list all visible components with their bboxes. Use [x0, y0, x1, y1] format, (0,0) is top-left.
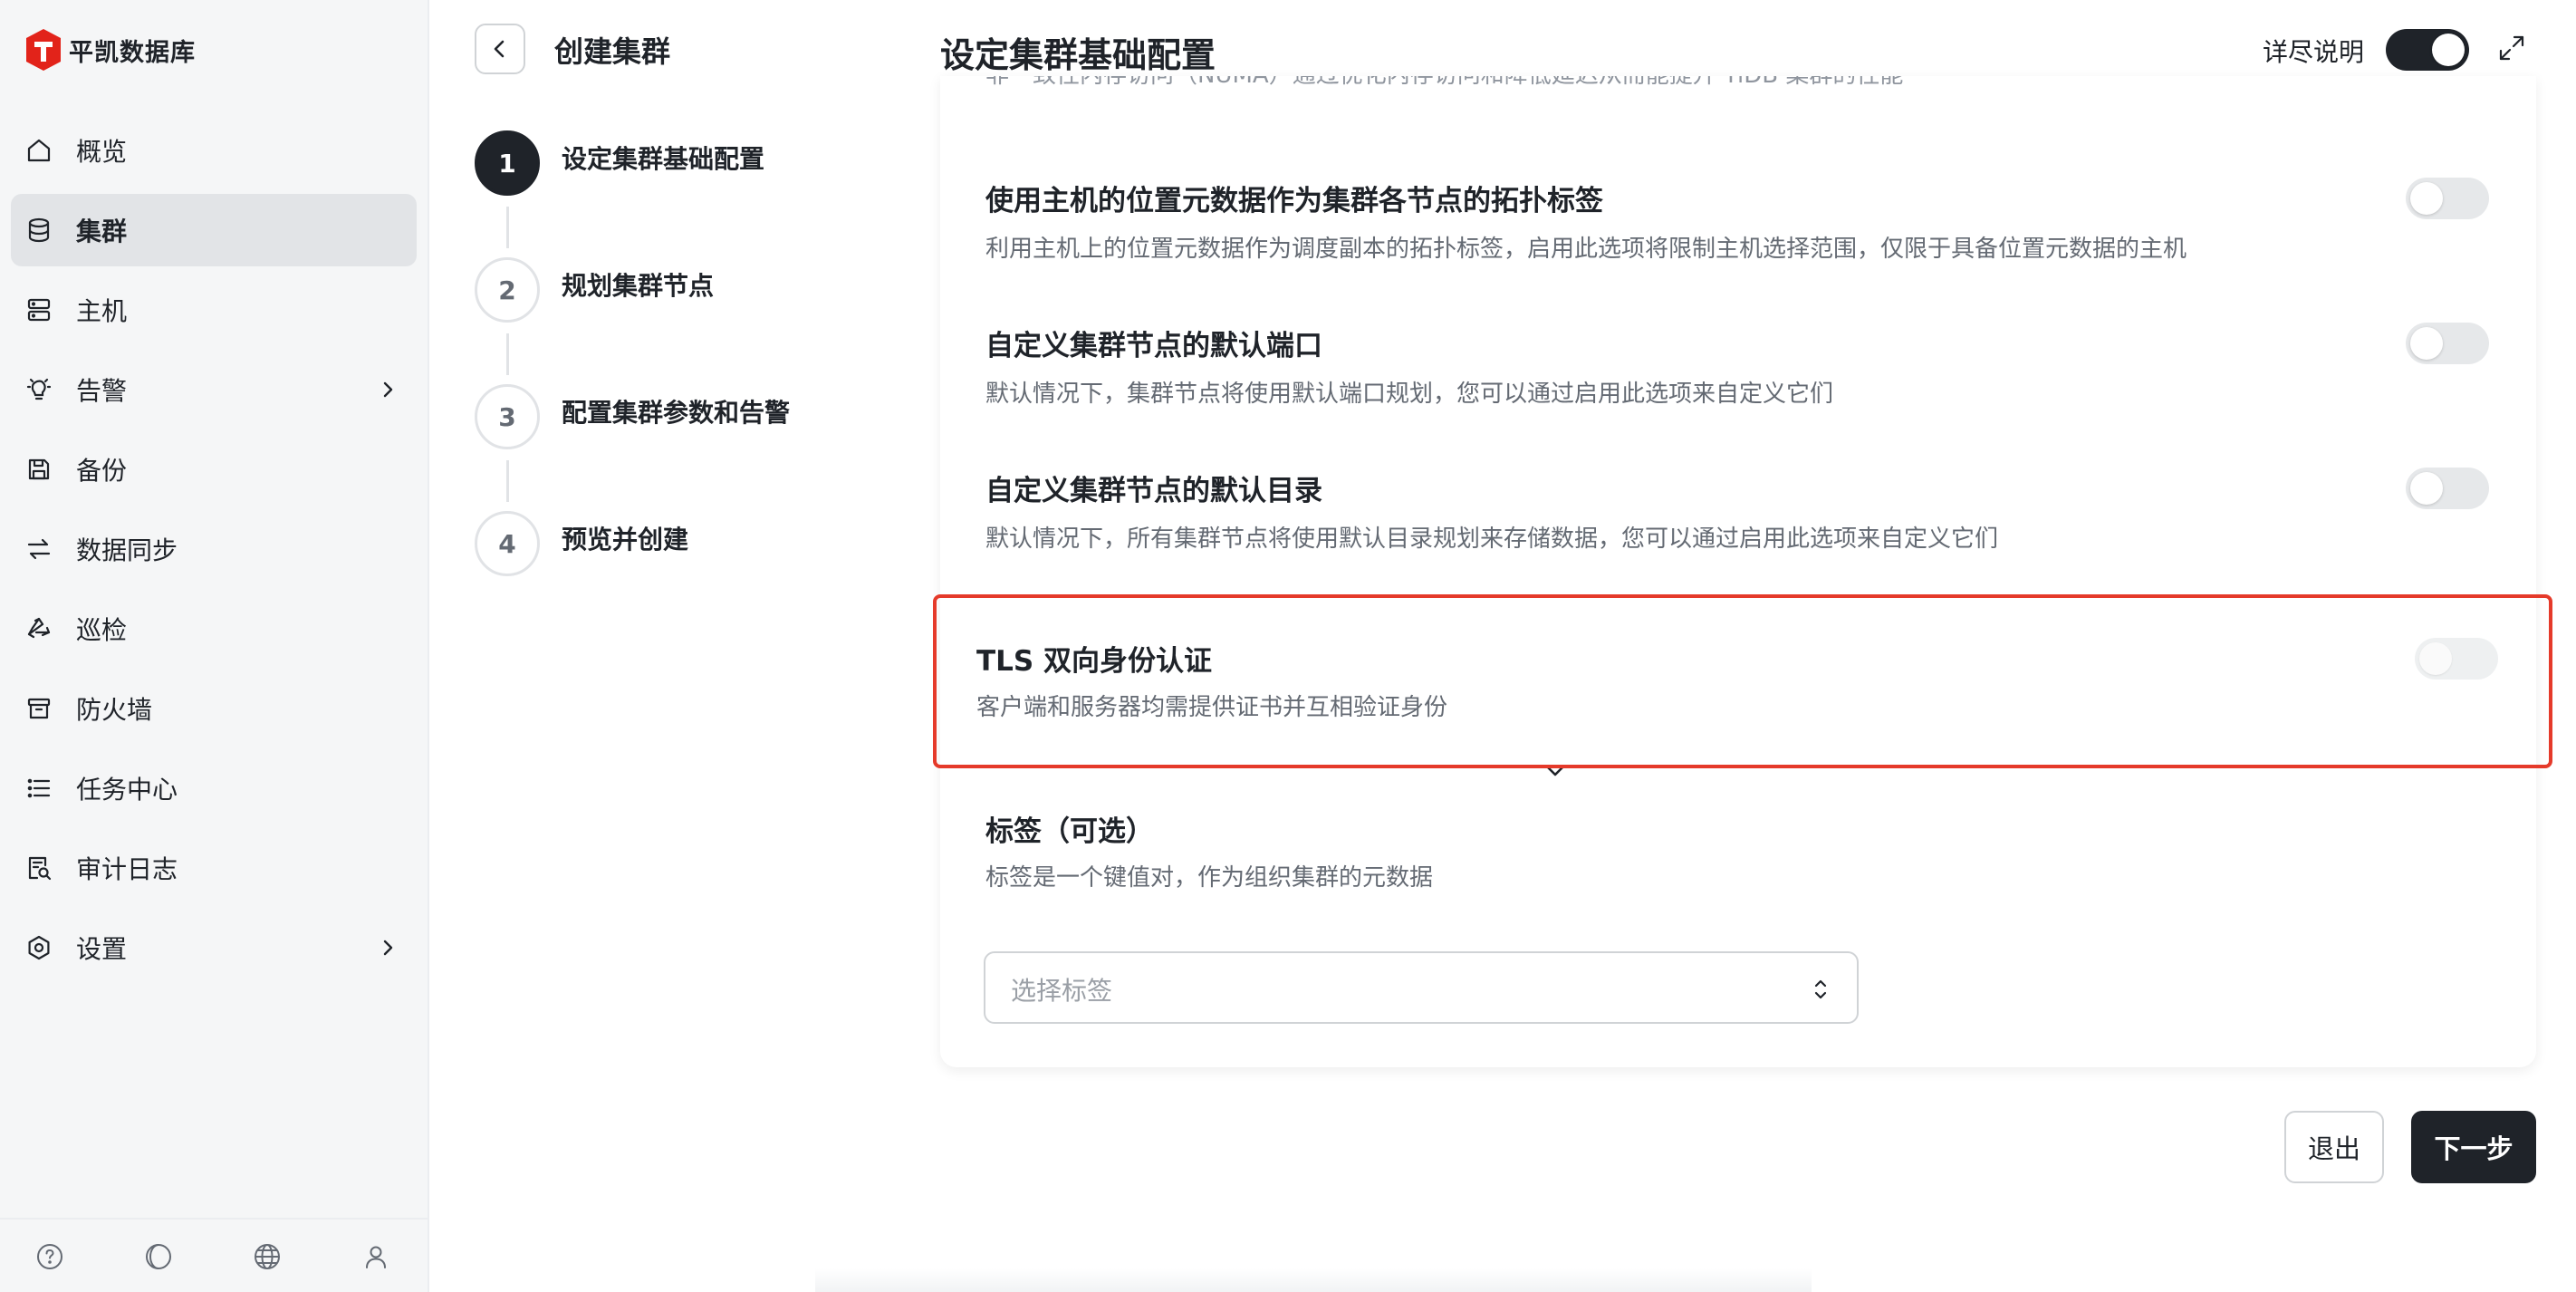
sync-icon	[25, 535, 53, 563]
wizard-title: 创建集群	[554, 34, 671, 69]
default-directory-option-desc: 默认情况下，所有集群节点将使用默认目录规划来存储数据，您可以通过启用此选项来自定…	[985, 525, 1999, 553]
chevron-left-icon	[494, 40, 505, 58]
step-4[interactable]: 4 预览并创建	[475, 511, 837, 576]
home-icon	[25, 137, 53, 164]
database-icon	[25, 217, 53, 244]
toggle-knob	[2432, 34, 2465, 66]
sidebar-item-host[interactable]: 主机	[11, 274, 417, 346]
select-arrows-icon	[1814, 979, 1827, 999]
sidebar-item-label: 集群	[76, 217, 128, 246]
toggle-knob	[2410, 182, 2443, 215]
sidebar-item-label: 主机	[76, 296, 128, 326]
step-3[interactable]: 3 配置集群参数和告警	[475, 384, 837, 449]
sidebar-footer	[0, 1218, 428, 1292]
help-icon[interactable]	[34, 1241, 65, 1272]
chevron-right-icon	[383, 381, 393, 398]
toggle-knob	[2410, 472, 2443, 505]
default-directory-option-title: 自定义集群节点的默认目录	[985, 475, 1322, 507]
sidebar-item-cluster[interactable]: 集群	[11, 194, 417, 266]
archive-icon	[25, 695, 53, 722]
default-port-toggle[interactable]	[2406, 323, 2489, 364]
sidebar-nav: 概览 集群 主机 告警 备份 数据同步 巡检 防火墙 任务中心 审计日志 设置	[11, 114, 417, 991]
tag-select-placeholder: 选择标签	[1011, 976, 1113, 1006]
step-number: 2	[475, 257, 540, 323]
step-number: 4	[475, 511, 540, 576]
sidebar: 平凯数据库 概览 集群 主机 告警 备份 数据同步 巡检 防火墙 任务中心 审计…	[0, 0, 429, 1292]
sidebar-item-firewall[interactable]: 防火墙	[11, 672, 417, 745]
sidebar-item-backup[interactable]: 备份	[11, 433, 417, 506]
sidebar-item-overview[interactable]: 概览	[11, 114, 417, 187]
page-title: 设定集群基础配置	[940, 35, 1216, 75]
recycle-icon	[25, 615, 53, 642]
default-directory-toggle[interactable]	[2406, 468, 2489, 509]
sidebar-item-label: 巡检	[76, 615, 128, 645]
globe-icon[interactable]	[252, 1241, 283, 1272]
sidebar-item-label: 告警	[76, 376, 128, 406]
topology-label-option-title: 使用主机的位置元数据作为集群各节点的拓扑标签	[985, 185, 1603, 217]
sidebar-item-label: 审计日志	[76, 854, 178, 884]
step-connector	[506, 333, 509, 375]
step-label: 规划集群节点	[562, 271, 715, 301]
step-label: 预览并创建	[562, 525, 689, 554]
default-port-option-title: 自定义集群节点的默认端口	[985, 330, 1322, 362]
sidebar-item-task-center[interactable]: 任务中心	[11, 752, 417, 824]
expand-icon[interactable]	[2496, 33, 2527, 63]
sidebar-item-data-sync[interactable]: 数据同步	[11, 513, 417, 585]
step-2[interactable]: 2 规划集群节点	[475, 257, 837, 323]
sidebar-item-settings[interactable]: 设置	[11, 911, 417, 984]
save-icon	[25, 456, 53, 483]
settings-card: 非一致性内存访问（NUMA）通过优化内存访问和降低延迟从而能提升 TiDB 集群…	[940, 76, 2536, 1067]
sidebar-item-audit-log[interactable]: 审计日志	[11, 832, 417, 904]
sidebar-item-label: 防火墙	[76, 695, 153, 725]
next-step-button[interactable]: 下一步	[2411, 1111, 2536, 1183]
default-port-option-desc: 默认情况下，集群节点将使用默认端口规划，您可以通过启用此选项来自定义它们	[985, 381, 1834, 408]
sidebar-item-label: 设置	[76, 934, 128, 964]
theme-icon[interactable]	[143, 1241, 174, 1272]
bottom-fade	[815, 1268, 1812, 1292]
step-label: 设定集群基础配置	[562, 144, 765, 174]
step-connector	[506, 460, 509, 502]
sidebar-item-label: 概览	[76, 137, 128, 167]
sidebar-item-label: 备份	[76, 456, 128, 486]
audit-log-icon	[25, 854, 53, 882]
tags-section-desc: 标签是一个键值对，作为组织集群的元数据	[985, 864, 1434, 892]
tags-section-title: 标签（可选）	[985, 815, 1154, 848]
list-icon	[25, 775, 53, 802]
chevron-right-icon	[383, 940, 393, 956]
back-button[interactable]	[475, 24, 525, 74]
sidebar-item-alert[interactable]: 告警	[11, 353, 417, 426]
sidebar-item-label: 数据同步	[76, 535, 178, 565]
step-number: 3	[475, 384, 540, 449]
server-icon	[25, 296, 53, 323]
numa-option-desc: 非一致性内存访问（NUMA）通过优化内存访问和降低延迟从而能提升 TiDB 集群…	[985, 76, 1903, 90]
gear-icon	[25, 934, 53, 961]
user-icon[interactable]	[360, 1241, 391, 1272]
brand[interactable]: 平凯数据库	[24, 27, 196, 72]
step-label: 配置集群参数和告警	[562, 398, 791, 428]
topology-label-option-desc: 利用主机上的位置元数据作为调度副本的拓扑标签，启用此选项将限制主机选择范围，仅限…	[985, 236, 2187, 263]
topology-label-toggle[interactable]	[2406, 178, 2489, 219]
bulb-icon	[25, 376, 53, 403]
sidebar-item-label: 任务中心	[76, 775, 178, 805]
toggle-knob	[2410, 327, 2443, 360]
tls-highlight-frame	[933, 594, 2552, 768]
detail-toggle[interactable]	[2386, 29, 2469, 71]
exit-button[interactable]: 退出	[2284, 1111, 2384, 1183]
brand-logo-icon	[26, 29, 61, 71]
step-connector	[506, 207, 509, 248]
tag-select[interactable]: 选择标签	[984, 951, 1859, 1024]
step-1[interactable]: 1 设定集群基础配置	[475, 130, 837, 196]
brand-name: 平凯数据库	[69, 38, 196, 67]
step-number: 1	[475, 130, 540, 196]
detail-toggle-label: 详尽说明	[2263, 37, 2365, 67]
sidebar-item-inspection[interactable]: 巡检	[11, 593, 417, 665]
